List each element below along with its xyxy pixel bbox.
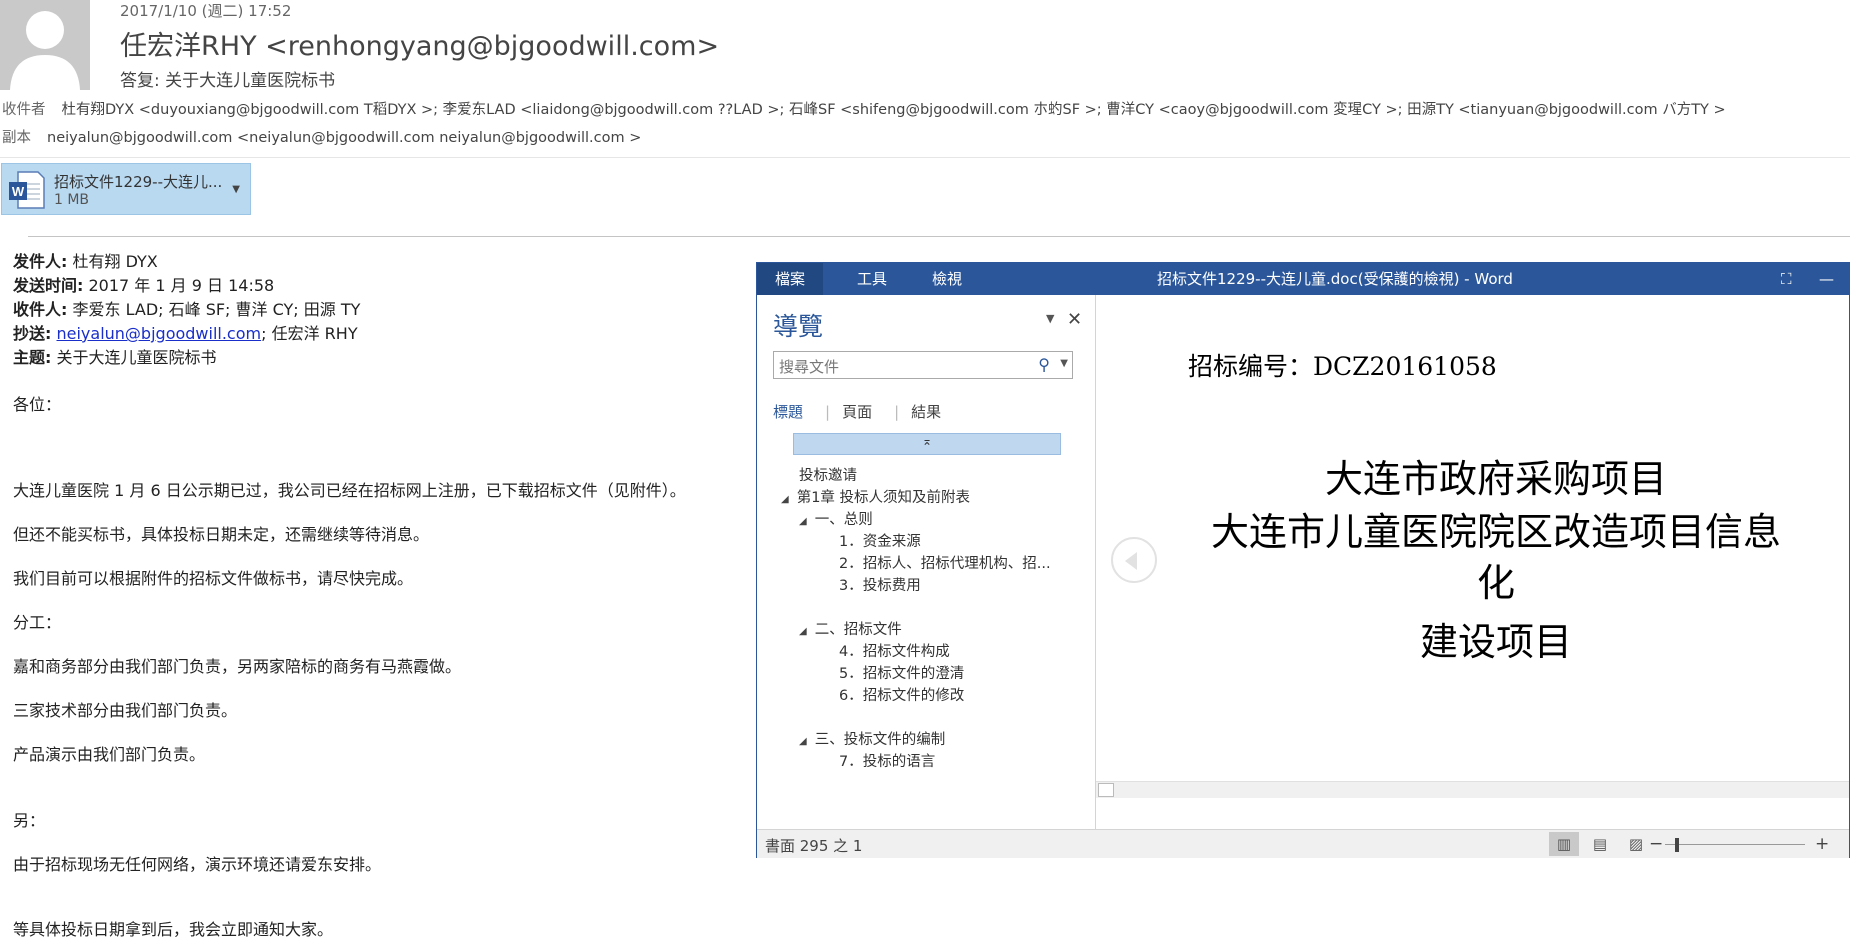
- close-icon[interactable]: ✕: [1067, 309, 1082, 330]
- navigation-pane: 導覽 ▼ ✕ 搜尋文件 ⚲ ▼ 標題 | 頁面 | 結果 ⌅ 投标邀请 ◢ 第1章 投标人…: [757, 295, 1096, 829]
- status-bar: 書面 295 之 1 ▥ ▤ ▨ − +: [757, 829, 1849, 858]
- cc-label: 副本: [2, 130, 31, 146]
- tab-view[interactable]: 檢視: [914, 263, 980, 295]
- expanded-triangle-icon[interactable]: ◢: [781, 494, 789, 505]
- cc-email-link[interactable]: neiyalun@bjgoodwill.com: [57, 324, 262, 343]
- body-paragraph: 我们目前可以根据附件的招标文件做标书，请尽快完成。: [13, 569, 414, 588]
- heading-item[interactable]: 5．招标文件的澄清: [839, 662, 964, 683]
- zoom-slider[interactable]: [1665, 844, 1805, 845]
- fullscreen-icon[interactable]: ⛶: [1781, 263, 1792, 295]
- search-placeholder: 搜尋文件: [779, 358, 840, 376]
- chevron-down-icon[interactable]: ▼: [1060, 358, 1068, 369]
- body-paragraph: 另：: [13, 811, 46, 830]
- attachment-size: 1 MB: [54, 192, 90, 208]
- word-document-icon: W: [9, 171, 45, 209]
- tab-headings[interactable]: 標題: [773, 403, 803, 421]
- quoted-from: 发件人: 杜有翔 DYX: [13, 252, 158, 271]
- heading-item[interactable]: ◢ 一、总则: [799, 508, 873, 529]
- search-icon[interactable]: ⚲: [1038, 355, 1050, 374]
- heading-item[interactable]: 投标邀请: [799, 464, 857, 485]
- minimize-icon[interactable]: —: [1819, 263, 1834, 295]
- zoom-slider-thumb[interactable]: [1675, 838, 1679, 852]
- email-sender[interactable]: 任宏洋RHY <renhongyang@bjgoodwill.com>: [120, 24, 719, 63]
- body-paragraph: 大连儿童医院 1 月 6 日公示期已过，我公司已经在招标网上注册，已下载招标文件…: [13, 481, 686, 500]
- navigation-title: 導覽: [773, 312, 824, 341]
- heading-item[interactable]: ◢ 第1章 投标人须知及前附表: [781, 486, 970, 507]
- zoom-out-icon[interactable]: −: [1649, 834, 1663, 854]
- body-divider: [28, 236, 1850, 237]
- attachment-name: 招标文件1229--大连儿...: [54, 173, 223, 191]
- search-documents-input[interactable]: 搜尋文件 ⚲ ▼: [773, 351, 1073, 379]
- navigation-tabs: 標題 | 頁面 | 結果: [773, 403, 942, 421]
- heading-item[interactable]: 6．招标文件的修改: [839, 684, 964, 705]
- to-label: 收件者: [2, 102, 46, 118]
- tab-tools[interactable]: 工具: [839, 263, 905, 295]
- body-paragraph: 产品演示由我们部门负责。: [13, 745, 206, 764]
- body-paragraph: 但还不能买标书，具体投标日期未定，还需继续等待消息。: [13, 525, 430, 544]
- heading-item[interactable]: ◢ 三、投标文件的编制: [799, 728, 945, 749]
- person-icon: [10, 11, 80, 90]
- quoted-sent: 发送时间: 2017 年 1 月 9 日 14:58: [13, 276, 275, 295]
- cc-recipients: 副本 neiyalun@bjgoodwill.com <neiyalun@bjgo…: [2, 126, 641, 147]
- body-paragraph: 等具体投标日期拿到后，我会立即通知大家。: [13, 920, 334, 939]
- body-paragraph: 三家技术部分由我们部门负责。: [13, 701, 238, 720]
- chevron-down-icon[interactable]: ▼: [232, 184, 240, 195]
- doc-heading-line: 化: [1476, 561, 1515, 605]
- collapse-bar[interactable]: ⌅: [793, 433, 1061, 455]
- heading-item[interactable]: 2．招标人、招标代理机构、招...: [839, 552, 1051, 573]
- quoted-cc: 抄送: neiyalun@bjgoodwill.com; 任宏洋 RHY: [13, 324, 358, 343]
- page-indicator: 書面 295 之 1: [765, 837, 863, 855]
- header-divider: [0, 157, 1850, 158]
- word-window: 檔案 工具 檢視 招标文件1229--大连儿童.doc(受保護的檢視) - Wo…: [756, 262, 1850, 858]
- heading-item[interactable]: 3．投标费用: [839, 574, 921, 595]
- sender-avatar: [0, 0, 90, 90]
- expanded-triangle-icon[interactable]: ◢: [799, 516, 807, 527]
- body-paragraph: 各位：: [13, 395, 62, 414]
- quoted-to: 收件人: 李爱东 LAD; 石峰 SF; 曹洋 CY; 田源 TY: [13, 300, 361, 319]
- doc-heading-line: 建设项目: [1419, 620, 1572, 664]
- doc-heading-line: 大连市儿童医院院区改造项目信息: [1210, 510, 1781, 554]
- previous-page-arrow-icon[interactable]: [1111, 537, 1157, 583]
- body-paragraph: 嘉和商务部分由我们部门负责，另两家陪标的商务有马燕霞做。: [13, 657, 462, 676]
- scroll-box[interactable]: [1098, 783, 1114, 797]
- cc-value[interactable]: neiyalun@bjgoodwill.com <neiyalun@bjgood…: [47, 130, 641, 146]
- word-window-title: 招标文件1229--大连儿童.doc(受保護的檢視) - Word: [1157, 270, 1513, 288]
- document-page[interactable]: 招标编号：DCZ20161058 大连市政府采购项目 大连市儿童医院院区改造项目…: [1096, 295, 1849, 829]
- tab-results[interactable]: 結果: [911, 403, 941, 421]
- chevron-down-icon[interactable]: ▼: [1046, 312, 1054, 325]
- doc-heading-line: 大连市政府采购项目: [1324, 457, 1667, 501]
- print-layout-icon[interactable]: ▤: [1585, 832, 1615, 856]
- attachment-chip[interactable]: W 招标文件1229--大连儿... 1 MB ▼: [1, 163, 251, 215]
- heading-item[interactable]: ◢ 二、招标文件: [799, 618, 902, 639]
- body-paragraph: 分工：: [13, 613, 62, 632]
- bid-number: 招标编号：DCZ20161058: [1188, 352, 1497, 381]
- expanded-triangle-icon[interactable]: ◢: [799, 626, 807, 637]
- email-subject: 答复: 关于大连儿童医院标书: [120, 71, 336, 91]
- to-value[interactable]: 杜有翔DYX <duyouxiang@bjgoodwill.com T稻DYX …: [62, 102, 1726, 118]
- body-paragraph: 由于招标现场无任何网络，演示环境还请爱东安排。: [13, 855, 382, 874]
- word-titlebar: 檔案 工具 檢視 招标文件1229--大连儿童.doc(受保護的檢視) - Wo…: [757, 263, 1849, 295]
- heading-item[interactable]: 4．招标文件构成: [839, 640, 950, 661]
- to-recipients: 收件者 杜有翔DYX <duyouxiang@bjgoodwill.com T稻D…: [2, 98, 1726, 119]
- read-mode-icon[interactable]: ▥: [1549, 832, 1579, 856]
- heading-item[interactable]: 7．投标的语言: [839, 750, 935, 771]
- zoom-in-icon[interactable]: +: [1815, 834, 1829, 854]
- collapse-up-icon: ⌅: [922, 434, 933, 448]
- expanded-triangle-icon[interactable]: ◢: [799, 736, 807, 747]
- tab-pages[interactable]: 頁面: [842, 403, 872, 421]
- heading-item[interactable]: 1．资金来源: [839, 530, 921, 551]
- horizontal-scrollbar[interactable]: [1096, 781, 1849, 798]
- quoted-subject: 主题: 关于大连儿童医院标书: [13, 348, 217, 367]
- web-layout-icon[interactable]: ▨: [1621, 832, 1651, 856]
- tab-file[interactable]: 檔案: [757, 263, 824, 295]
- svg-text:W: W: [12, 184, 25, 199]
- email-datetime: 2017/1/10 (週二) 17:52: [120, 2, 292, 20]
